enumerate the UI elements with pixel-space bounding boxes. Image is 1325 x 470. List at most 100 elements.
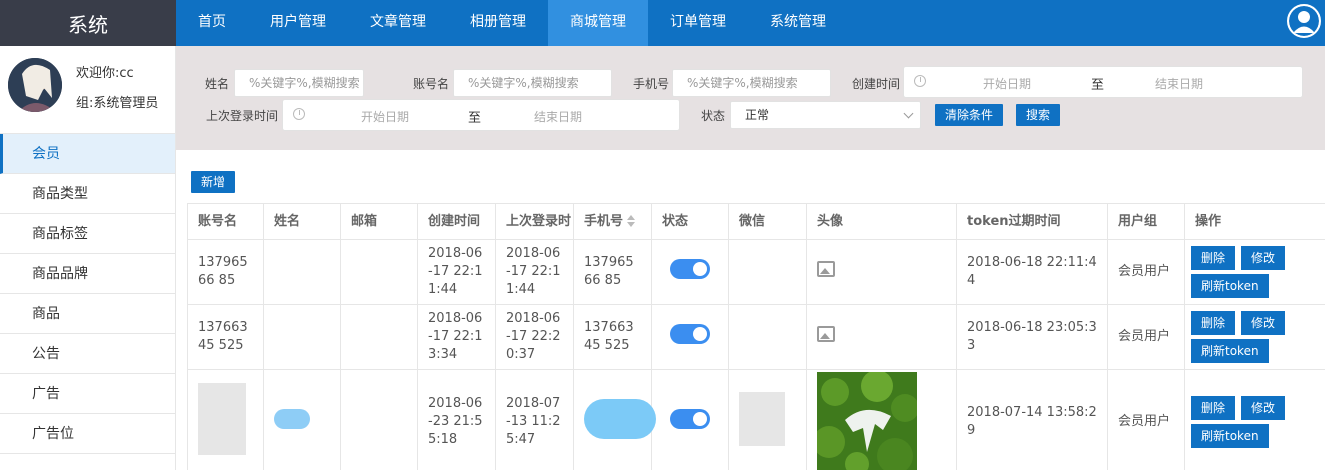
cell-actions: 删除 修改刷新token: [1184, 304, 1325, 370]
sidebar-item-product-tag[interactable]: 商品标签: [0, 214, 175, 254]
cell-wechat: [728, 304, 807, 370]
cell-name: [263, 304, 341, 370]
col-phone[interactable]: 手机号: [573, 203, 652, 240]
created-time-label: 创建时间: [852, 77, 901, 91]
status-select[interactable]: 正常: [730, 101, 921, 129]
user-avatar-icon[interactable]: [1287, 4, 1321, 38]
col-email: 邮箱: [340, 203, 418, 240]
cell-phone: 13796566 85: [573, 239, 652, 305]
col-name: 姓名: [263, 203, 341, 240]
cell-user-group: 会员用户: [1107, 239, 1185, 305]
search-button[interactable]: 搜索: [1016, 104, 1060, 126]
status-toggle[interactable]: [670, 324, 710, 344]
phone-label: 手机号: [633, 77, 670, 91]
account-input[interactable]: %关键字%,模糊搜索: [453, 69, 612, 97]
refresh-token-button[interactable]: 刷新token: [1191, 274, 1269, 298]
refresh-token-button[interactable]: 刷新token: [1191, 339, 1269, 363]
last-login-date-range[interactable]: 开始日期 至 结束日期: [282, 99, 680, 131]
edit-button[interactable]: 修改: [1241, 246, 1286, 270]
app-title: 系统: [0, 0, 176, 46]
cell-name: [263, 369, 341, 470]
phone-input[interactable]: %关键字%,模糊搜索: [672, 69, 831, 97]
cell-email: [340, 304, 418, 370]
nav-order-management[interactable]: 订单管理: [648, 0, 748, 46]
col-wechat: 微信: [728, 203, 807, 240]
status-label: 状态: [701, 109, 726, 123]
col-status: 状态: [651, 203, 729, 240]
sidebar-item-product-type[interactable]: 商品类型: [0, 174, 175, 214]
clock-icon: [293, 108, 305, 120]
clear-conditions-button[interactable]: 清除条件: [935, 104, 1003, 126]
created-end-date[interactable]: 结束日期: [1155, 75, 1203, 92]
nav-mall-management[interactable]: 商城管理: [548, 0, 648, 46]
cell-status: [651, 369, 729, 470]
col-avatar: 头像: [806, 203, 957, 240]
refresh-token-button[interactable]: 刷新token: [1191, 423, 1269, 448]
redacted-wechat: [739, 391, 785, 446]
cell-created: 2018-06-17 22:13:34: [417, 304, 496, 370]
sidebar-item-member[interactable]: 会员: [0, 134, 175, 174]
col-created-time: 创建时间: [417, 203, 496, 240]
delete-button[interactable]: 删除: [1191, 246, 1236, 270]
table-header-row: 账号名 姓名 邮箱 创建时间 上次登录时 手机号 状态 微信 头像 token过…: [187, 203, 1325, 240]
cell-actions: 删除 修改刷新token: [1184, 239, 1325, 305]
last-login-start-date[interactable]: 开始日期: [361, 108, 409, 125]
nav-article-management[interactable]: 文章管理: [348, 0, 448, 46]
delete-button[interactable]: 删除: [1191, 311, 1236, 335]
created-range-separator: 至: [1091, 78, 1105, 93]
cell-wechat: [728, 239, 807, 305]
add-button[interactable]: 新增: [191, 171, 235, 193]
table-row: 2018-06-23 21:55:18 2018-07-13 11:25:47 …: [187, 369, 1325, 470]
redacted-account: [198, 382, 246, 455]
created-start-date[interactable]: 开始日期: [983, 75, 1031, 92]
cell-name: [263, 239, 341, 305]
created-date-range[interactable]: 开始日期 至 结束日期: [903, 66, 1303, 98]
cell-token-expire: 2018-07-14 13:58:29: [956, 369, 1108, 470]
cell-avatar: [806, 369, 957, 470]
clock-icon: [914, 75, 926, 87]
cell-created: 2018-06-23 21:55:18: [417, 369, 496, 470]
sort-icon[interactable]: [627, 215, 636, 227]
cell-email: [340, 239, 418, 305]
name-label: 姓名: [205, 77, 230, 91]
nav-album-management[interactable]: 相册管理: [448, 0, 548, 46]
sidebar-item-product[interactable]: 商品: [0, 294, 175, 334]
last-login-label: 上次登录时间: [206, 109, 279, 123]
edit-button[interactable]: 修改: [1241, 395, 1286, 420]
account-label: 账号名: [413, 77, 450, 91]
cell-phone: [573, 369, 656, 470]
sidebar-item-ad[interactable]: 广告: [0, 374, 175, 414]
cell-token-expire: 2018-06-18 22:11:44: [956, 239, 1108, 305]
cell-actions: 删除 修改刷新token: [1184, 369, 1325, 470]
chevron-down-icon: [903, 108, 914, 119]
status-toggle[interactable]: [670, 408, 710, 429]
user-group-text: 组:系统管理员: [76, 96, 159, 111]
sidebar-item-ad-slot[interactable]: 广告位: [0, 414, 175, 454]
filter-panel: 姓名 %关键字%,模糊搜索 账号名 %关键字%,模糊搜索 手机号 %关键字%,模…: [176, 46, 1325, 150]
redacted-name: [274, 408, 310, 429]
sidebar: 欢迎你:cc 组:系统管理员 会员 商品类型 商品标签 商品品牌 商品 公告 广…: [0, 46, 176, 470]
cell-created: 2018-06-17 22:11:44: [417, 239, 496, 305]
cell-account: 13796566 85: [187, 239, 264, 305]
edit-button[interactable]: 修改: [1241, 311, 1286, 335]
status-toggle[interactable]: [670, 259, 710, 279]
redacted-phone: [584, 398, 656, 439]
sidebar-item-notice[interactable]: 公告: [0, 334, 175, 374]
image-placeholder-icon: [817, 326, 835, 342]
nav-user-management[interactable]: 用户管理: [248, 0, 348, 46]
delete-button[interactable]: 删除: [1191, 395, 1236, 420]
cell-status: [651, 239, 729, 305]
cell-token-expire: 2018-06-18 23:05:33: [956, 304, 1108, 370]
nav-home[interactable]: 首页: [176, 0, 248, 46]
image-placeholder-icon: [817, 261, 835, 277]
col-token-expire: token过期时间: [956, 203, 1108, 240]
cell-email: [340, 369, 418, 470]
cell-last-login: 2018-07-13 11:25:47: [495, 369, 574, 470]
welcome-text: 欢迎你:cc: [76, 66, 134, 81]
last-login-end-date[interactable]: 结束日期: [534, 108, 582, 125]
nav-system-management[interactable]: 系统管理: [748, 0, 848, 46]
col-phone-label: 手机号: [584, 213, 624, 229]
name-input[interactable]: %关键字%,模糊搜索: [234, 69, 364, 97]
top-navigation: 首页 用户管理 文章管理 相册管理 商城管理 订单管理 系统管理: [176, 0, 1325, 46]
sidebar-item-product-brand[interactable]: 商品品牌: [0, 254, 175, 294]
